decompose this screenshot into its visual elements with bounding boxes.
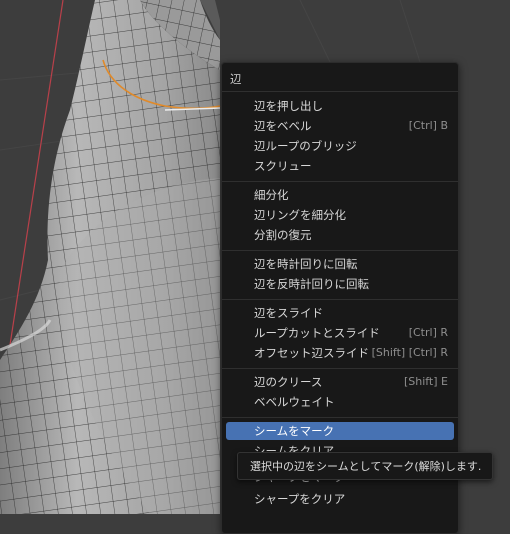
menu-item-subdivide-edge-ring[interactable]: 辺リングを細分化 [226,206,454,224]
menu-item-extrude-edges[interactable]: 辺を押し出し [226,97,454,115]
menu-item-mark-seam[interactable]: シームをマーク [226,422,454,440]
menu-item-label: ループカットとスライド [254,326,380,340]
menu-item-label: シャープをクリア [254,492,346,506]
menu-item-label: 分割の復元 [254,228,312,242]
menu-separator [222,181,458,182]
menu-item-label: 辺を反時計回りに回転 [254,277,369,291]
menu-item-label: 細分化 [254,188,289,202]
tooltip: 選択中の辺をシームとしてマーク(解除)します. [237,452,493,480]
menu-item-label: 辺を時計回りに回転 [254,257,358,271]
menu-separator [222,368,458,369]
menu-separator [222,417,458,418]
menu-item-label: ベベルウェイト [254,395,335,409]
menu-item-label: スクリュー [254,159,312,173]
menu-item-shortcut: [Shift] [Ctrl] R [371,346,448,359]
menu-item-un-subdivide[interactable]: 分割の復元 [226,226,454,244]
menu-item-rotate-edge-cw[interactable]: 辺を時計回りに回転 [226,255,454,273]
menu-item-shortcut: [Shift] E [403,375,448,388]
menu-item-bevel-edges[interactable]: 辺をベベル [Ctrl] B [226,117,454,135]
menu-item-subdivide[interactable]: 細分化 [226,186,454,204]
menu-item-offset-edge-slide[interactable]: オフセット辺スライド [Shift] [Ctrl] R [226,344,454,362]
menu-separator [222,250,458,251]
menu-item-screw[interactable]: スクリュー [226,157,454,175]
menu-item-clear-sharp[interactable]: シャープをクリア [226,490,454,508]
menu-item-rotate-edge-ccw[interactable]: 辺を反時計回りに回転 [226,275,454,293]
menu-item-label: 辺ループのブリッジ [254,139,357,153]
menu-item-label: 辺をベベル [254,119,312,133]
menu-item-loop-cut-and-slide[interactable]: ループカットとスライド [Ctrl] R [226,324,454,342]
menu-item-label: シームをマーク [254,424,335,438]
menu-item-shortcut: [Ctrl] B [408,119,448,132]
menu-item-label: 辺をスライド [254,306,323,320]
menu-item-edge-crease[interactable]: 辺のクリース [Shift] E [226,373,454,391]
menu-item-bevel-weight[interactable]: ベベルウェイト [226,393,454,411]
menu-item-edge-slide[interactable]: 辺をスライド [226,304,454,322]
menu-separator [222,299,458,300]
menu-item-label: 辺を押し出し [254,99,323,113]
menu-item-label: オフセット辺スライド [254,346,369,360]
menu-item-label: 辺のクリース [254,375,323,389]
menu-item-bridge-edge-loops[interactable]: 辺ループのブリッジ [226,137,454,155]
menu-item-label: 辺リングを細分化 [254,208,346,222]
menu-title: 辺 [230,72,242,86]
menu-divider [222,91,458,92]
menu-item-shortcut: [Ctrl] R [408,326,448,339]
